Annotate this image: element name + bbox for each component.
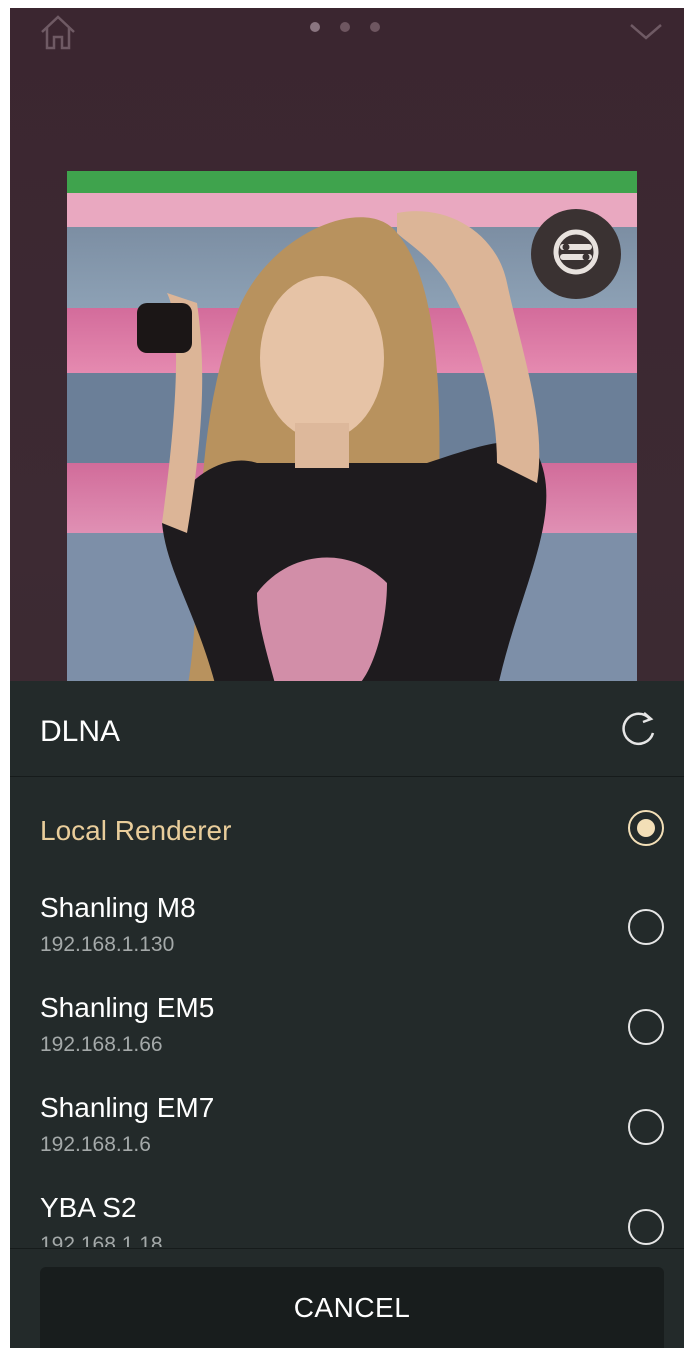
radio-unselected[interactable] bbox=[628, 1109, 664, 1145]
radio-unselected[interactable] bbox=[628, 1209, 664, 1245]
album-art-top-bar bbox=[67, 171, 637, 193]
cast-link-icon bbox=[546, 222, 606, 287]
album-art bbox=[67, 193, 637, 691]
renderer-name: YBA S2 bbox=[40, 1192, 137, 1223]
renderer-row[interactable]: Shanling EM5 192.168.1.66 bbox=[10, 977, 684, 1077]
radio-unselected[interactable] bbox=[628, 909, 664, 945]
renderer-name: Shanling EM5 bbox=[40, 992, 215, 1023]
renderer-bottom-sheet: DLNA Local Renderer Shanling M8 192.168.… bbox=[10, 681, 684, 1348]
cancel-button[interactable]: CANCEL bbox=[40, 1267, 664, 1348]
renderer-ip: 192.168.1.6 bbox=[40, 1133, 151, 1156]
album-art-container bbox=[67, 171, 637, 691]
renderer-ip: 192.168.1.66 bbox=[40, 1033, 163, 1056]
sheet-title: DLNA bbox=[40, 715, 121, 748]
renderer-list: Local Renderer Shanling M8 192.168.1.130… bbox=[10, 777, 684, 1247]
radio-unselected[interactable] bbox=[628, 1009, 664, 1045]
page-dot[interactable] bbox=[310, 22, 320, 32]
home-icon[interactable] bbox=[38, 12, 78, 52]
renderer-row[interactable]: Shanling M8 192.168.1.130 bbox=[10, 877, 684, 977]
renderer-name: Shanling M8 bbox=[40, 892, 196, 923]
page-dot[interactable] bbox=[340, 22, 350, 32]
radio-selected[interactable] bbox=[628, 810, 664, 846]
page-dot[interactable] bbox=[370, 22, 380, 32]
chevron-down-icon[interactable] bbox=[628, 16, 664, 46]
cast-button[interactable] bbox=[531, 209, 621, 299]
sheet-footer: CANCEL bbox=[10, 1248, 684, 1348]
renderer-row-local[interactable]: Local Renderer bbox=[10, 777, 684, 877]
renderer-ip: 192.168.1.18 bbox=[40, 1233, 163, 1247]
renderer-name: Shanling EM7 bbox=[40, 1092, 215, 1123]
refresh-icon[interactable] bbox=[616, 707, 660, 751]
sheet-header: DLNA bbox=[10, 681, 684, 777]
renderer-row[interactable]: Shanling EM7 192.168.1.6 bbox=[10, 1077, 684, 1177]
renderer-ip: 192.168.1.130 bbox=[40, 933, 175, 956]
renderer-row[interactable]: YBA S2 192.168.1.18 bbox=[10, 1177, 684, 1247]
phone-screen: DLNA Local Renderer Shanling M8 192.168.… bbox=[10, 8, 684, 1348]
top-bar bbox=[10, 8, 684, 58]
page-indicator bbox=[310, 22, 380, 32]
renderer-name: Local Renderer bbox=[40, 815, 232, 846]
